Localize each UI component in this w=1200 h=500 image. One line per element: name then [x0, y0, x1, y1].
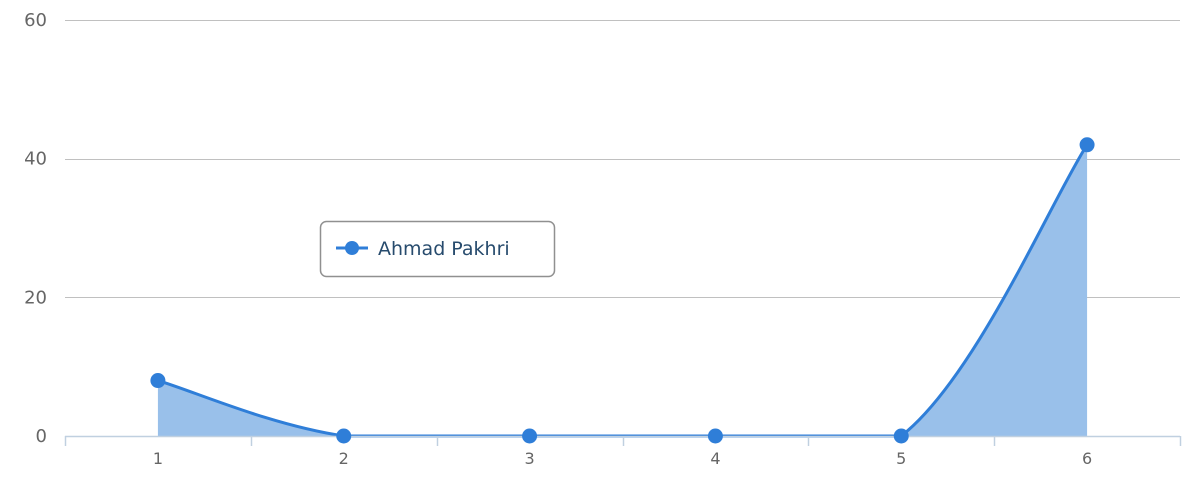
gridlines: [65, 20, 1180, 298]
series-area-fill: [157, 144, 1088, 437]
y-tick-label: 0: [36, 426, 47, 447]
chart-container: 0 20 40 60 1 2 3 4 5 6 Ahmad Pakhri: [0, 0, 1200, 500]
data-point: [522, 428, 538, 444]
y-tick-label: 60: [24, 10, 47, 31]
data-point: [1079, 137, 1095, 153]
data-point: [707, 428, 723, 444]
y-axis-tick-labels: 0 20 40 60: [24, 10, 47, 447]
series-area: [157, 144, 1088, 437]
legend-item-label: Ahmad Pakhri: [378, 238, 510, 260]
legend-swatch-marker: [345, 241, 359, 255]
x-tick-label: 2: [339, 449, 349, 468]
legend[interactable]: Ahmad Pakhri: [319, 220, 556, 278]
data-point: [150, 373, 166, 389]
data-point: [336, 428, 352, 444]
x-tick-label: 1: [153, 449, 163, 468]
y-tick-label: 20: [24, 287, 47, 308]
x-tick-label: 5: [896, 449, 906, 468]
x-tick-label: 4: [710, 449, 720, 468]
y-tick-label: 40: [24, 149, 47, 170]
area-chart: 0 20 40 60 1 2 3 4 5 6 Ahmad Pakhri: [24, 10, 1182, 468]
x-axis: [64, 435, 1182, 446]
x-tick-label: 6: [1082, 449, 1092, 468]
data-point: [893, 428, 909, 444]
x-axis-tick-labels: 1 2 3 4 5 6: [153, 449, 1092, 468]
x-tick-label: 3: [524, 449, 534, 468]
